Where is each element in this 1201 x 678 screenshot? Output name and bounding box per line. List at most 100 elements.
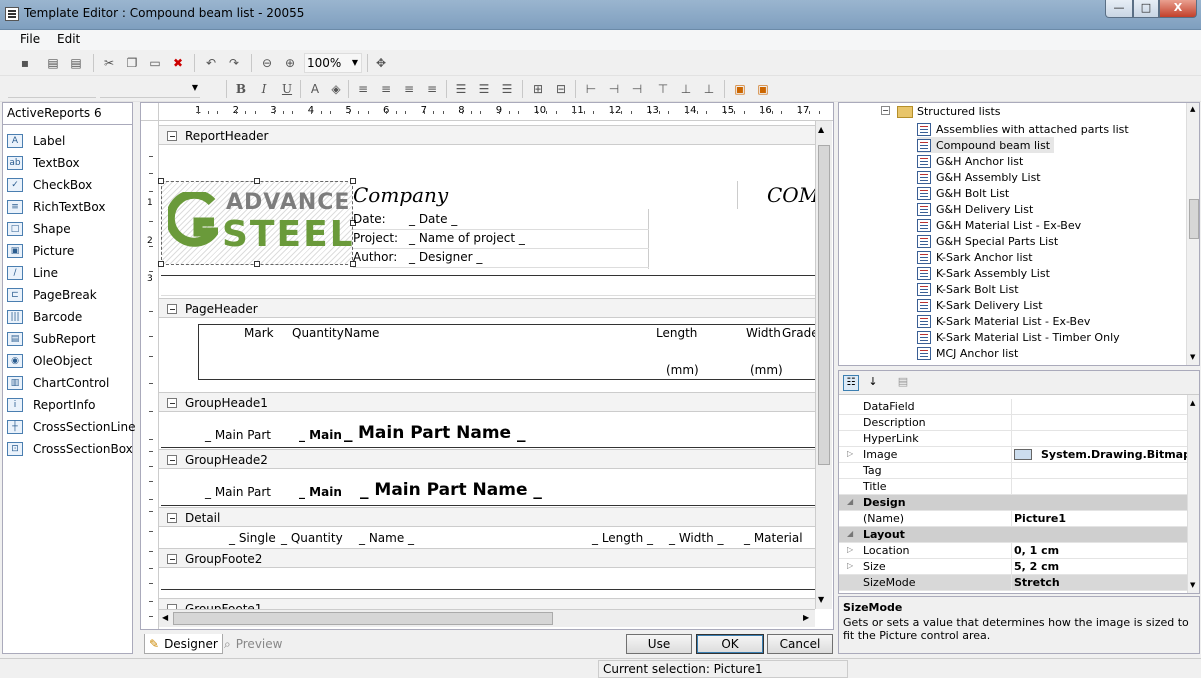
tree-item[interactable]: K-Sark Delivery List — [917, 297, 1043, 313]
scroll-up-icon[interactable]: ▲ — [818, 125, 824, 134]
toolbox-item-line[interactable]: / Line — [7, 263, 58, 283]
tree-item[interactable]: G&H Anchor list — [917, 153, 1023, 169]
collapse-icon[interactable]: − — [881, 106, 890, 115]
undo-icon[interactable]: ↶ — [203, 55, 219, 71]
categorized-icon[interactable]: ☷ — [843, 375, 859, 391]
align-middles-icon[interactable]: ⊥ — [678, 81, 694, 97]
band-page-header[interactable]: PageHeader — [159, 298, 815, 318]
ok-button[interactable]: OK — [696, 634, 764, 654]
d-quantity[interactable]: _ Quantity — [281, 531, 343, 545]
property-value[interactable]: 5, 2 cm — [1014, 560, 1059, 573]
tree-item[interactable]: K-Sark Assembly List — [917, 265, 1050, 281]
zoom-in-icon[interactable]: ⊕ — [282, 55, 298, 71]
italic-icon[interactable]: I — [256, 81, 272, 97]
scroll-down-icon[interactable]: ▼ — [818, 595, 824, 604]
author-field[interactable]: _ Designer _ — [409, 250, 482, 264]
col-grade[interactable]: Grade — [782, 326, 819, 340]
tree-item[interactable]: G&H Special Parts List — [917, 233, 1058, 249]
collapse-icon[interactable] — [167, 513, 177, 523]
toolbox-item-crosssectionbox[interactable]: ⊡ CrossSectionBox — [7, 439, 133, 459]
tree-item[interactable]: G&H Assembly List — [917, 169, 1041, 185]
zoom-select[interactable]: 100% ▼ — [304, 53, 362, 73]
property-category[interactable]: ◢ Design — [839, 495, 1187, 511]
toolbox-item-crosssectionline[interactable]: ┼ CrossSectionLine — [7, 417, 136, 437]
save-icon[interactable]: ▪ — [17, 55, 33, 71]
band-group-header2[interactable]: GroupHeade2 — [159, 449, 815, 469]
bold-icon[interactable]: B — [233, 81, 249, 97]
designer-horizontal-scrollbar[interactable]: ◀ ▶ — [159, 609, 815, 627]
toolbox-item-checkbox[interactable]: ✓ CheckBox — [7, 175, 92, 195]
hscroll-thumb[interactable] — [173, 612, 553, 625]
property-row[interactable]: Description — [839, 415, 1187, 431]
tree-folder[interactable]: Structured lists — [897, 105, 1001, 118]
toolbox-item-barcode[interactable]: ||| Barcode — [7, 307, 82, 327]
use-button[interactable]: Use — [626, 634, 692, 654]
toolbox-item-richtextbox[interactable]: ≡ RichTextBox — [7, 197, 105, 217]
scroll-up-icon[interactable]: ▲ — [1190, 399, 1195, 407]
toolbox-item-textbox[interactable]: ab TextBox — [7, 153, 80, 173]
collapse-icon[interactable]: ◢ — [847, 529, 853, 538]
property-row[interactable]: ▷ Size 5, 2 cm — [839, 559, 1187, 575]
property-row[interactable]: HyperLink — [839, 431, 1187, 447]
style-combo[interactable] — [8, 80, 96, 98]
font-combo[interactable]: ▼ — [100, 80, 200, 98]
collapse-icon[interactable]: ◢ — [847, 497, 853, 506]
col-name[interactable]: Name — [344, 326, 379, 340]
d-length[interactable]: _ Length _ — [592, 531, 653, 545]
g1-main-part[interactable]: _ Main Part — [205, 428, 271, 442]
col-mark[interactable]: Mark — [244, 326, 274, 340]
redo-icon[interactable]: ↷ — [226, 55, 242, 71]
tree-item[interactable]: Compound beam list — [917, 137, 1055, 153]
unit-width[interactable]: (mm) — [750, 363, 783, 377]
property-value[interactable]: Stretch — [1014, 576, 1060, 589]
designer-surface[interactable]: 1234567891011121314151617 123 ReportHead… — [140, 102, 834, 630]
font-color-icon[interactable]: A — [307, 81, 323, 97]
scroll-down-icon[interactable]: ▼ — [1190, 581, 1195, 589]
scroll-left-icon[interactable]: ◀ — [162, 613, 168, 622]
property-pages-icon[interactable]: ▤ — [895, 375, 911, 391]
g1-underscore[interactable]: _ — [344, 423, 353, 443]
align-rights-icon[interactable]: ⊣ — [629, 81, 645, 97]
fill-color-icon[interactable]: ◈ — [328, 81, 344, 97]
align-center-icon[interactable]: ≡ — [378, 81, 394, 97]
date-field[interactable]: _ Date _ — [409, 212, 457, 226]
open-folder-icon[interactable]: ▤ — [68, 55, 84, 71]
menu-file[interactable]: File — [20, 32, 40, 46]
tree-item[interactable]: K-Sark Material List - Ex-Bev — [917, 313, 1090, 329]
indent-icon[interactable]: ☰ — [476, 81, 492, 97]
g1-main[interactable]: _ Main — [299, 428, 342, 442]
send-back-icon[interactable]: ⊟ — [553, 81, 569, 97]
col-length[interactable]: Length — [656, 326, 697, 340]
toolbox-item-chartcontrol[interactable]: ▥ ChartControl — [7, 373, 109, 393]
property-row[interactable]: ▷ Location 0, 1 cm — [839, 543, 1187, 559]
g2-main[interactable]: _ Main — [299, 485, 342, 499]
bullets-icon[interactable]: ☰ — [453, 81, 469, 97]
tab-designer[interactable]: ✎ Designer — [144, 634, 223, 654]
tree-item[interactable]: Assemblies with attached parts list — [917, 121, 1129, 137]
toolbox-item-subreport[interactable]: ▤ SubReport — [7, 329, 96, 349]
band-group-header1[interactable]: GroupHeade1 — [159, 392, 815, 412]
property-row[interactable]: Title — [839, 479, 1187, 495]
d-name[interactable]: _ Name _ — [359, 531, 414, 545]
align-tops-icon[interactable]: ⊤ — [655, 81, 671, 97]
zoom-out-icon[interactable]: ⊖ — [259, 55, 275, 71]
tree-scroll-thumb[interactable] — [1189, 199, 1199, 239]
props-scrollbar[interactable]: ▲ ▼ — [1187, 395, 1199, 593]
scroll-thumb[interactable] — [818, 145, 830, 465]
tab-preview[interactable]: ⌕ Preview — [220, 634, 286, 654]
align-bottoms-icon[interactable]: ⊥ — [701, 81, 717, 97]
d-material[interactable]: _ Material — [744, 531, 803, 545]
menu-edit[interactable]: Edit — [57, 32, 80, 46]
underline-icon[interactable]: U — [279, 81, 295, 97]
company-field[interactable]: Company — [353, 183, 448, 207]
property-row[interactable]: SizeMode Stretch — [839, 575, 1187, 591]
paste-icon[interactable]: ▭ — [147, 55, 163, 71]
col-quantity[interactable]: Quantity — [292, 326, 344, 340]
property-row[interactable]: DataField — [839, 399, 1187, 415]
delete-icon[interactable]: ✖ — [170, 55, 186, 71]
toolbox-item-label[interactable]: A Label — [7, 131, 65, 151]
collapse-icon[interactable] — [167, 554, 177, 564]
toolbox-item-oleobject[interactable]: ◉ OleObject — [7, 351, 92, 371]
cancel-button[interactable]: Cancel — [767, 634, 833, 654]
collapse-icon[interactable] — [167, 304, 177, 314]
